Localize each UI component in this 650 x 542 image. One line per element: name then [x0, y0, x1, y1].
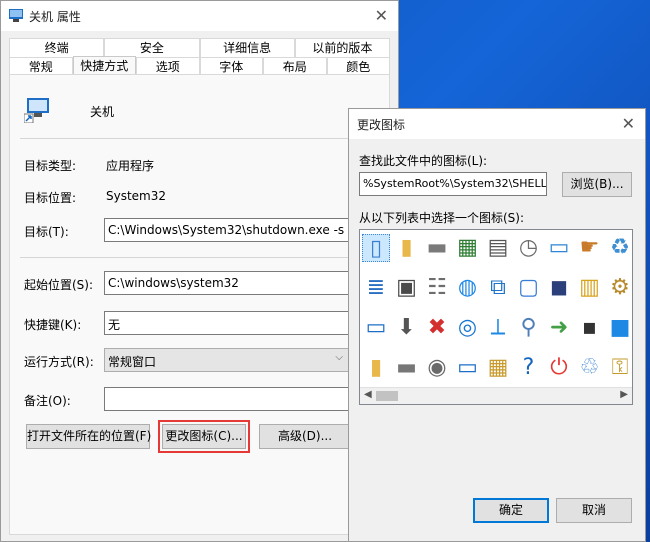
text-document-icon[interactable]: ≣ [362, 274, 390, 302]
hand-share-icon[interactable]: ☛ [576, 234, 604, 262]
comment-input[interactable] [104, 387, 350, 411]
properties-title: 关机 属性 [29, 10, 81, 24]
chart-icon[interactable]: ▥ [576, 274, 604, 302]
window-icon[interactable]: ▭ [362, 314, 390, 342]
power-icon[interactable]: ⏻ [545, 354, 573, 382]
close-icon[interactable]: ✕ [375, 6, 388, 25]
separator-2 [20, 257, 379, 258]
advanced-button[interactable]: 高级(D)... [259, 424, 351, 449]
properties-window: 关机 属性 ✕ 终端 安全 详细信息 以前的版本 常规 快捷方式 选项 字体 布… [0, 0, 399, 542]
icon-list[interactable]: ▯ ▮ ▬ ▦ ▤ ◷ ▭ ☛ ♻ ≣ ▣ ☷ ◍ ⧉ ▢ ◼ ▥ ⚙ ▭ ⬇ ✖ ◎ ⟂ ⚲ ➜ ▪ ■ ▮ ▬ ◉ ▭ ▦? ⏻ ♲ ⚿ ◀ ▶ [359, 229, 633, 405]
monitor-app-icon[interactable]: ▢ [515, 274, 543, 302]
shortcut-name: 关机 [90, 105, 115, 119]
browse-button[interactable]: 浏览(B)... [562, 172, 632, 197]
change-icon-titlebar[interactable]: 更改图标 ✕ [349, 109, 645, 139]
horizontal-scrollbar[interactable]: ◀ ▶ [360, 387, 632, 404]
run-label: 运行方式(R): [24, 355, 94, 369]
separator-1 [20, 138, 379, 139]
recycle-icon[interactable]: ♻ [606, 234, 632, 262]
network-drive-icon[interactable]: ☷ [423, 274, 451, 302]
folder-open-icon[interactable]: ▮ [362, 354, 390, 382]
tab-previous-versions[interactable]: 以前的版本 [294, 38, 390, 57]
drive-window-icon[interactable]: ▭ [545, 234, 573, 262]
target-location-value: System32 [106, 189, 167, 203]
target-label: 目标(T): [24, 225, 69, 239]
drive-down-icon[interactable]: ⬇ [393, 314, 421, 342]
hotkey-input[interactable]: 无 [104, 311, 350, 335]
chevron-down-icon: ⌵ [335, 352, 343, 363]
start-in-input[interactable]: C:\windows\system32 [104, 271, 350, 295]
folder-lock-icon[interactable]: ⚿ [606, 354, 632, 382]
network-icon[interactable]: ⧉ [484, 274, 512, 302]
help-icon[interactable]: ? [515, 354, 543, 382]
run-select[interactable]: 常规窗口 ⌵ [104, 348, 350, 372]
cd-drive-icon[interactable]: ◉ [423, 354, 451, 382]
comment-label: 备注(O): [24, 394, 71, 408]
magnifier-icon[interactable]: ⚲ [515, 314, 543, 342]
icon-file-path-input[interactable]: %SystemRoot%\System32\SHELL32.dll [359, 172, 547, 196]
close-icon[interactable]: ✕ [622, 114, 635, 133]
computer-icon[interactable]: ▣ [393, 274, 421, 302]
change-icon-dialog: 更改图标 ✕ 查找此文件中的图标(L): %SystemRoot%\System… [348, 108, 646, 542]
scroll-right-icon[interactable]: ▶ [620, 389, 628, 400]
device-icon[interactable]: ◼ [545, 274, 573, 302]
target-type-label: 目标类型: [24, 159, 77, 173]
globe-icon[interactable]: ◍ [454, 274, 482, 302]
tab-terminal[interactable]: 终端 [9, 38, 105, 57]
find-icons-label: 查找此文件中的图标(L): [359, 154, 488, 168]
change-icon-highlight [158, 420, 250, 453]
ok-button[interactable]: 确定 [473, 498, 549, 523]
cancel-button[interactable]: 取消 [556, 498, 632, 523]
small-icon[interactable]: ▪ [576, 314, 604, 342]
hard-drive-icon[interactable]: ▬ [393, 354, 421, 382]
printer-icon[interactable]: ▤ [484, 234, 512, 262]
clock-document-icon[interactable]: ◷ [515, 234, 543, 262]
grid-file-icon[interactable]: ▦ [484, 354, 512, 382]
tab-row-top: 终端 安全 详细信息 以前的版本 [9, 38, 390, 57]
floppy-drive-icon[interactable]: ▬ [423, 234, 451, 262]
scroll-thumb[interactable] [376, 391, 398, 401]
recycle-bin-icon[interactable]: ♲ [576, 354, 604, 382]
shortcut-app-icon [9, 9, 23, 22]
folder-icon[interactable]: ▮ [393, 234, 421, 262]
properties-titlebar[interactable]: 关机 属性 ✕ [1, 1, 398, 31]
start-in-label: 起始位置(S): [24, 278, 94, 292]
blue-square-icon[interactable]: ■ [606, 314, 632, 342]
shortcut-large-icon [23, 95, 52, 124]
target-location-label: 目标位置: [24, 191, 77, 205]
display-icon[interactable]: ▭ [454, 354, 482, 382]
hotkey-label: 快捷键(K): [24, 318, 82, 332]
arrow-install-icon[interactable]: ➜ [545, 314, 573, 342]
icon-list-label: 从以下列表中选择一个图标(S): [359, 211, 525, 225]
blank-document-icon[interactable]: ▯ [362, 234, 390, 262]
folder-gear-icon[interactable]: ⚙ [606, 274, 632, 302]
run-select-value: 常规窗口 [108, 355, 157, 369]
target-type-value: 应用程序 [106, 159, 155, 173]
memory-chip-icon[interactable]: ▦ [454, 234, 482, 262]
tab-details[interactable]: 详细信息 [199, 38, 295, 57]
open-file-location-button[interactable]: 打开文件所在的位置(F) [26, 424, 151, 449]
change-icon-title: 更改图标 [357, 118, 406, 132]
tab-security[interactable]: 安全 [104, 38, 200, 57]
network-link-icon[interactable]: ⟂ [484, 314, 512, 342]
search-globe-icon[interactable]: ◎ [454, 314, 482, 342]
scroll-left-icon[interactable]: ◀ [364, 389, 372, 400]
shortcut-panel: 关机 目标类型: 应用程序 目标位置: System32 目标(T): C:\W… [9, 74, 390, 535]
target-input[interactable]: C:\Windows\System32\shutdown.exe -s -t 0… [104, 218, 350, 242]
network-disconnect-icon[interactable]: ✖ [423, 314, 451, 342]
